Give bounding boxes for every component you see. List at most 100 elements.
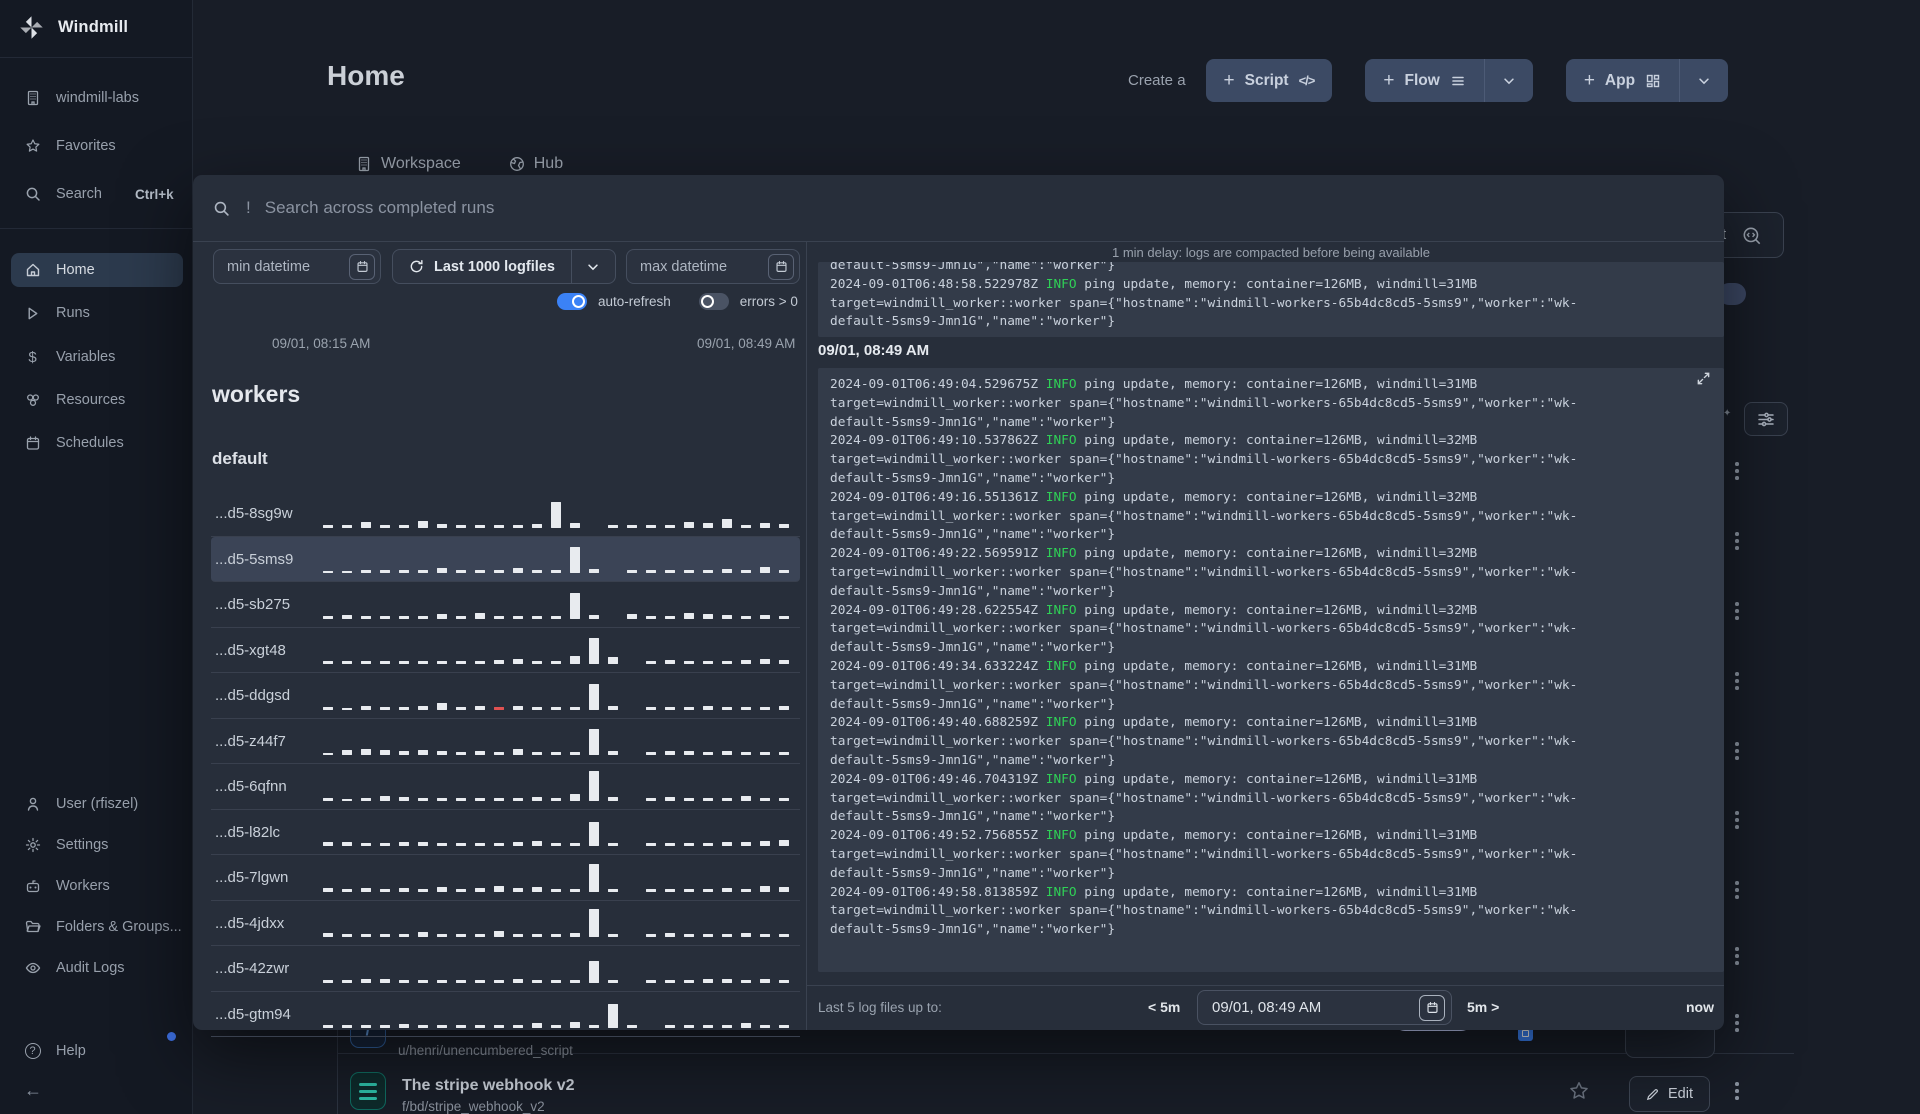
search-label: Search (56, 186, 102, 202)
logo-row[interactable]: Windmill (18, 14, 128, 41)
settings-label: Settings (56, 837, 109, 853)
forward-5m-button[interactable]: 5m > (1467, 999, 1499, 1015)
auto-refresh-toggle[interactable] (557, 293, 587, 310)
log-line: default-5sms9-Jmn1G","name":"worker"} (830, 752, 1116, 768)
log-line: default-5sms9-Jmn1G","name":"worker"} (830, 922, 1116, 938)
worker-row[interactable]: ...d5-7lgwn (211, 855, 800, 901)
log-block-current[interactable]: 2024-09-01T06:49:04.529675Z INFO ping up… (818, 368, 1724, 972)
sidebar-item-audit-logs[interactable]: Audit Logs (0, 951, 193, 985)
log-delay-note: 1 min delay: logs are compacted before b… (1112, 245, 1430, 260)
create-flow-caret[interactable] (1483, 59, 1533, 102)
worker-row[interactable]: ...d5-l82lc (211, 810, 800, 855)
row-menu-kebab[interactable] (1730, 1082, 1744, 1100)
log-line: 2024-09-01T06:49:22.569591Z INFO ping up… (830, 546, 1478, 562)
edit-button[interactable]: Edit (1629, 1076, 1710, 1112)
audit-logs-label: Audit Logs (56, 960, 125, 976)
worker-activity-sparkline (323, 678, 796, 710)
create-flow-label: Flow (1404, 71, 1440, 89)
worker-row[interactable]: ...d5-5sms9 (211, 536, 800, 582)
worker-row[interactable]: ...d5-ddgsd (211, 673, 800, 719)
sidebar-item-workspace[interactable]: windmill-labs (0, 81, 193, 115)
resources-label: Resources (56, 392, 126, 408)
tab-hub[interactable]: Hub (509, 155, 563, 173)
worker-row[interactable]: ...d5-8sg9w (211, 491, 800, 537)
sidebar-item-folders[interactable]: Folders & Groups... (0, 910, 193, 944)
favorite-star-icon[interactable] (1568, 1080, 1590, 1102)
worker-row[interactable]: ...d5-xgt48 (211, 628, 800, 673)
divider (0, 228, 193, 229)
row-menu-kebab[interactable] (1730, 602, 1744, 620)
worker-row[interactable]: ...d5-42zwr (211, 946, 800, 992)
create-script-label: Script (1244, 71, 1289, 89)
row-menu-kebab[interactable] (1730, 811, 1744, 829)
now-button[interactable]: now (1686, 999, 1714, 1015)
collapse-sidebar-button[interactable]: ← (0, 1073, 193, 1107)
sidebar-item-workers[interactable]: Workers (0, 869, 193, 903)
building-icon (24, 90, 41, 106)
log-line: target=windmill_worker::worker span={"ho… (830, 508, 1578, 524)
tab-workspace[interactable]: Workspace (356, 155, 461, 173)
row-menu-kebab[interactable] (1730, 881, 1744, 899)
arrow-left-icon: ← (24, 1079, 42, 1100)
runs-search-input[interactable] (264, 198, 1365, 218)
app-title: Windmill (58, 18, 129, 36)
search-bang: ! (246, 198, 251, 217)
errors-toggle[interactable] (698, 293, 729, 310)
worker-row[interactable]: ...d5-4jdxx (211, 901, 800, 946)
calendar-icon[interactable] (768, 253, 794, 280)
create-script-button[interactable]: + Script </> (1205, 59, 1333, 102)
sidebar-item-runs[interactable]: Runs (0, 296, 193, 330)
divider (806, 242, 807, 1030)
row-menu-kebab[interactable] (1730, 742, 1744, 760)
sidebar-item-user[interactable]: User (rfiszel) (0, 787, 193, 821)
sidebar-item-schedules[interactable]: Schedules (0, 426, 193, 460)
worker-row[interactable]: ...d5-z44f7 (211, 719, 800, 764)
create-flow-button[interactable]: + Flow (1365, 59, 1484, 102)
log-line: 2024-09-01T06:49:16.551361Z INFO ping up… (830, 489, 1478, 505)
row-menu-kebab[interactable] (1730, 1014, 1744, 1032)
log-line: target=windmill_worker::worker span={"ho… (830, 395, 1578, 411)
worker-activity-sparkline (323, 860, 796, 892)
workers-list: ...d5-8sg9w ...d5-5sms9 ...d5-sb275 ...d5-x… (211, 491, 800, 1037)
log-datetime-input[interactable]: 09/01, 08:49 AM (1197, 990, 1452, 1025)
search-code-icon (1743, 227, 1761, 245)
select-caret[interactable] (570, 249, 615, 284)
log-block-previous[interactable]: default-5sms9-Jmn1G","name":"worker"} 202… (818, 262, 1724, 337)
max-datetime-input[interactable]: max datetime (626, 249, 800, 284)
logfiles-select[interactable]: Last 1000 logfiles (392, 249, 616, 284)
log-level-info: INFO (1045, 884, 1077, 900)
favorites-label: Favorites (56, 138, 116, 154)
calendar-icon[interactable] (1419, 994, 1445, 1021)
log-date-header: 09/01, 08:49 AM (818, 342, 930, 359)
calendar-icon[interactable] (349, 253, 375, 280)
filter-button[interactable] (1744, 402, 1788, 436)
row-menu-kebab[interactable] (1730, 947, 1744, 965)
globe-icon (509, 156, 525, 172)
eye-icon (24, 960, 41, 976)
log-line: target=windmill_worker::worker span={"ho… (830, 564, 1578, 580)
expand-icon[interactable] (1696, 371, 1711, 386)
flow-lines-icon (1450, 73, 1466, 89)
sidebar-item-resources[interactable]: Resources (0, 383, 193, 417)
sidebar-item-settings[interactable]: Settings (0, 828, 193, 862)
sidebar-item-search[interactable]: Search Ctrl+k (0, 177, 193, 211)
create-app-caret[interactable] (1679, 59, 1729, 102)
sidebar-item-home[interactable]: Home (11, 253, 183, 287)
star-icon (24, 138, 41, 154)
worker-row[interactable]: ...d5-sb275 (211, 582, 800, 628)
sidebar-item-help[interactable]: ? Help (0, 1034, 193, 1068)
row-menu-kebab[interactable] (1730, 532, 1744, 550)
create-app-button[interactable]: + App (1565, 59, 1680, 102)
log-level-info: INFO (1045, 602, 1077, 618)
row-menu-kebab[interactable] (1730, 462, 1744, 480)
log-line: 2024-09-01T06:49:28.622554Z INFO ping up… (830, 602, 1478, 618)
sidebar-item-favorites[interactable]: Favorites (0, 129, 193, 163)
min-datetime-input[interactable]: min datetime (213, 249, 381, 284)
calendar-icon (24, 435, 41, 451)
sidebar-item-variables[interactable]: $ Variables (0, 340, 193, 374)
back-5m-button[interactable]: < 5m (1148, 999, 1180, 1015)
row-menu-kebab[interactable] (1730, 672, 1744, 690)
plus-icon: + (1583, 69, 1595, 91)
worker-row[interactable]: ...d5-gtm94 (211, 992, 800, 1037)
worker-row[interactable]: ...d5-6qfnn (211, 764, 800, 810)
